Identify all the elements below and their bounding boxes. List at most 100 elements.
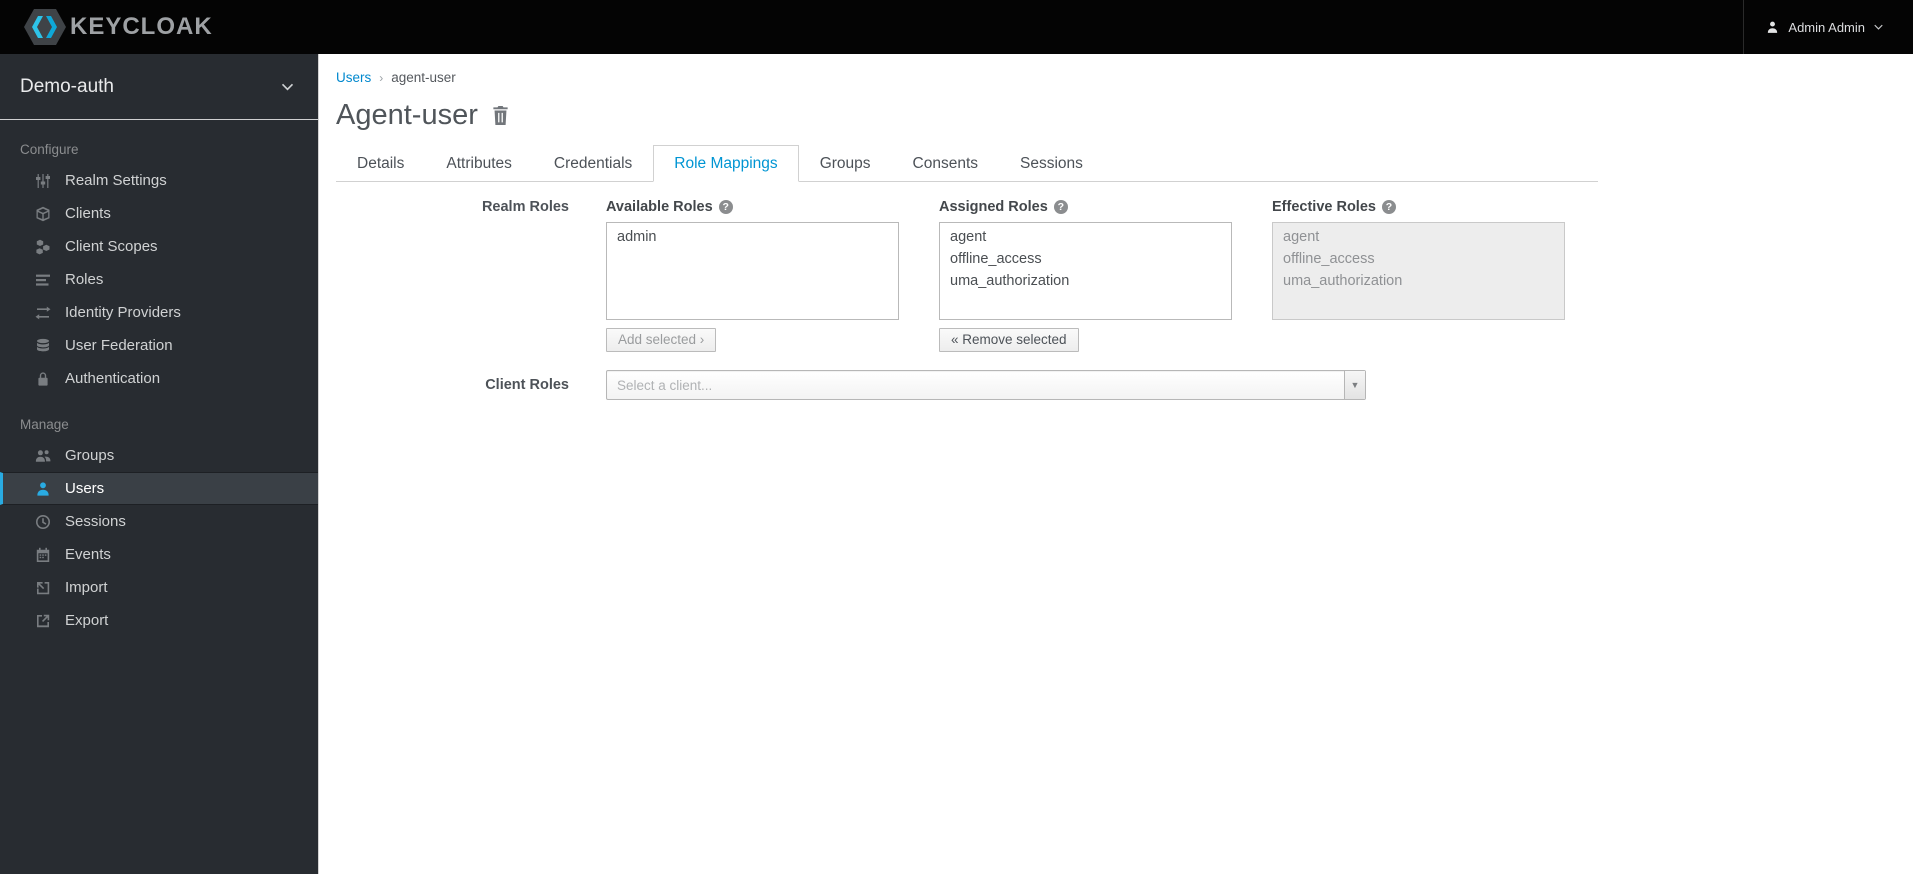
calendar-icon bbox=[34, 546, 51, 563]
available-roles-header: Available Roles ? bbox=[606, 198, 899, 216]
assigned-roles-listbox[interactable]: agent offline_access uma_authorization bbox=[939, 222, 1232, 320]
brand-text: KEYCLOAK bbox=[70, 13, 213, 40]
role-option[interactable]: uma_authorization bbox=[950, 271, 1221, 293]
user-icon bbox=[1768, 21, 1778, 33]
tab-attributes[interactable]: Attributes bbox=[425, 145, 532, 182]
section-label-configure: Configure bbox=[20, 142, 79, 157]
sidebar-item-users[interactable]: Users bbox=[0, 472, 318, 505]
sidebar-item-label: Events bbox=[65, 546, 111, 563]
export-icon bbox=[34, 612, 51, 629]
database-icon bbox=[34, 337, 51, 354]
tab-consents[interactable]: Consents bbox=[892, 145, 999, 182]
page-title: Agent-user bbox=[336, 99, 478, 131]
sidebar-item-groups[interactable]: Groups bbox=[0, 439, 318, 472]
sidebar-item-label: User Federation bbox=[65, 337, 173, 354]
effective-roles-header-text: Effective Roles bbox=[1272, 199, 1376, 215]
role-option[interactable]: agent bbox=[950, 227, 1221, 249]
sidebar-item-label: Import bbox=[65, 579, 108, 596]
main-content: Users › agent-user Agent-user Details At… bbox=[320, 54, 1913, 874]
tab-groups[interactable]: Groups bbox=[799, 145, 892, 182]
list-icon bbox=[34, 271, 51, 288]
user-menu-label: Admin Admin bbox=[1788, 19, 1865, 35]
client-roles-label: Client Roles bbox=[485, 377, 569, 393]
import-icon bbox=[34, 579, 51, 596]
sidebar-item-label: Realm Settings bbox=[65, 172, 167, 189]
sidebar-item-label: Client Scopes bbox=[65, 238, 158, 255]
assigned-roles-column: Assigned Roles ? agent offline_access um… bbox=[939, 198, 1232, 352]
exchange-arrows-icon bbox=[34, 304, 51, 321]
available-roles-column: Available Roles ? admin Add selected › bbox=[606, 198, 899, 352]
sidebar-item-import[interactable]: Import bbox=[0, 571, 318, 604]
lock-icon bbox=[34, 370, 51, 387]
sliders-icon bbox=[34, 172, 51, 189]
role-option: agent bbox=[1283, 229, 1320, 245]
effective-roles-column: Effective Roles ? agent offline_access u… bbox=[1272, 198, 1565, 352]
realm-roles-row: Realm Roles Available Roles ? admin Add … bbox=[336, 198, 1598, 352]
clock-icon bbox=[34, 513, 51, 530]
sidebar-item-label: Roles bbox=[65, 271, 104, 288]
breadcrumb-current: agent-user bbox=[391, 70, 456, 85]
trash-icon bbox=[493, 106, 508, 125]
sidebar-item-label: Export bbox=[65, 612, 109, 629]
role-option: offline_access bbox=[1283, 250, 1375, 267]
sidebar-item-roles[interactable]: Roles bbox=[0, 263, 318, 296]
tab-credentials[interactable]: Credentials bbox=[533, 145, 653, 182]
delete-user-button[interactable] bbox=[492, 106, 509, 125]
tab-details[interactable]: Details bbox=[336, 145, 425, 182]
assigned-roles-header: Assigned Roles ? bbox=[939, 198, 1232, 216]
top-bar: KEYCLOAK Admin Admin bbox=[0, 0, 1913, 54]
breadcrumb-users-link[interactable]: Users bbox=[336, 70, 371, 85]
realm-name: Demo-auth bbox=[20, 75, 114, 97]
available-roles-listbox[interactable]: admin bbox=[606, 222, 899, 320]
realm-roles-label: Realm Roles bbox=[481, 199, 569, 215]
tab-bar: Details Attributes Credentials Role Mapp… bbox=[336, 145, 1598, 182]
tab-sessions[interactable]: Sessions bbox=[999, 145, 1104, 182]
chevron-down-icon bbox=[281, 83, 294, 91]
sidebar-item-client-scopes[interactable]: Client Scopes bbox=[0, 230, 318, 263]
sidebar-item-realm-settings[interactable]: Realm Settings bbox=[0, 164, 318, 197]
sidebar: Demo-auth Configure Realm Settings Clien… bbox=[0, 54, 319, 874]
help-icon[interactable]: ? bbox=[718, 200, 733, 214]
sidebar-item-sessions[interactable]: Sessions bbox=[0, 505, 318, 538]
sidebar-item-authentication[interactable]: Authentication bbox=[0, 362, 318, 395]
breadcrumb-separator: › bbox=[379, 70, 384, 85]
sidebar-item-label: Clients bbox=[65, 205, 111, 222]
client-roles-row: Client Roles Select a client... ▼ bbox=[336, 370, 1598, 400]
keycloak-hexagon-icon bbox=[24, 9, 66, 45]
tab-role-mappings[interactable]: Role Mappings bbox=[653, 145, 799, 182]
cube-icon bbox=[34, 205, 51, 222]
role-option[interactable]: offline_access bbox=[950, 249, 1221, 271]
add-selected-button[interactable]: Add selected › bbox=[606, 328, 717, 352]
user-icon bbox=[34, 480, 51, 497]
client-select[interactable]: Select a client... ▼ bbox=[606, 370, 1366, 400]
effective-roles-listbox: agent offline_access uma_authorization bbox=[1272, 222, 1565, 320]
sidebar-item-events[interactable]: Events bbox=[0, 538, 318, 571]
help-icon[interactable]: ? bbox=[1381, 200, 1396, 214]
sidebar-item-user-federation[interactable]: User Federation bbox=[0, 329, 318, 362]
user-menu[interactable]: Admin Admin bbox=[1743, 0, 1913, 54]
keycloak-logo[interactable]: KEYCLOAK bbox=[0, 8, 213, 46]
remove-selected-button[interactable]: « Remove selected bbox=[939, 328, 1079, 352]
section-label-manage: Manage bbox=[20, 417, 69, 432]
available-roles-header-text: Available Roles bbox=[606, 199, 713, 215]
chevron-down-icon bbox=[1874, 24, 1883, 30]
group-icon bbox=[34, 447, 51, 464]
sidebar-item-export[interactable]: Export bbox=[0, 604, 318, 637]
realm-selector[interactable]: Demo-auth bbox=[0, 54, 318, 120]
cubes-icon bbox=[34, 238, 51, 255]
role-option[interactable]: admin bbox=[617, 227, 888, 249]
breadcrumb: Users › agent-user bbox=[336, 70, 1598, 85]
sidebar-item-clients[interactable]: Clients bbox=[0, 197, 318, 230]
role-option: uma_authorization bbox=[1283, 272, 1403, 289]
client-select-placeholder: Select a client... bbox=[617, 377, 713, 393]
sidebar-item-label: Authentication bbox=[65, 370, 161, 387]
sidebar-item-label: Users bbox=[65, 480, 105, 497]
assigned-roles-header-text: Assigned Roles bbox=[939, 199, 1048, 215]
sidebar-item-identity-providers[interactable]: Identity Providers bbox=[0, 296, 318, 329]
sidebar-item-label: Groups bbox=[65, 447, 115, 464]
sidebar-item-label: Identity Providers bbox=[65, 304, 181, 321]
sidebar-item-label: Sessions bbox=[65, 513, 126, 530]
effective-roles-header: Effective Roles ? bbox=[1272, 198, 1565, 216]
help-icon[interactable]: ? bbox=[1053, 200, 1068, 214]
select-caret-button[interactable]: ▼ bbox=[1344, 371, 1365, 399]
